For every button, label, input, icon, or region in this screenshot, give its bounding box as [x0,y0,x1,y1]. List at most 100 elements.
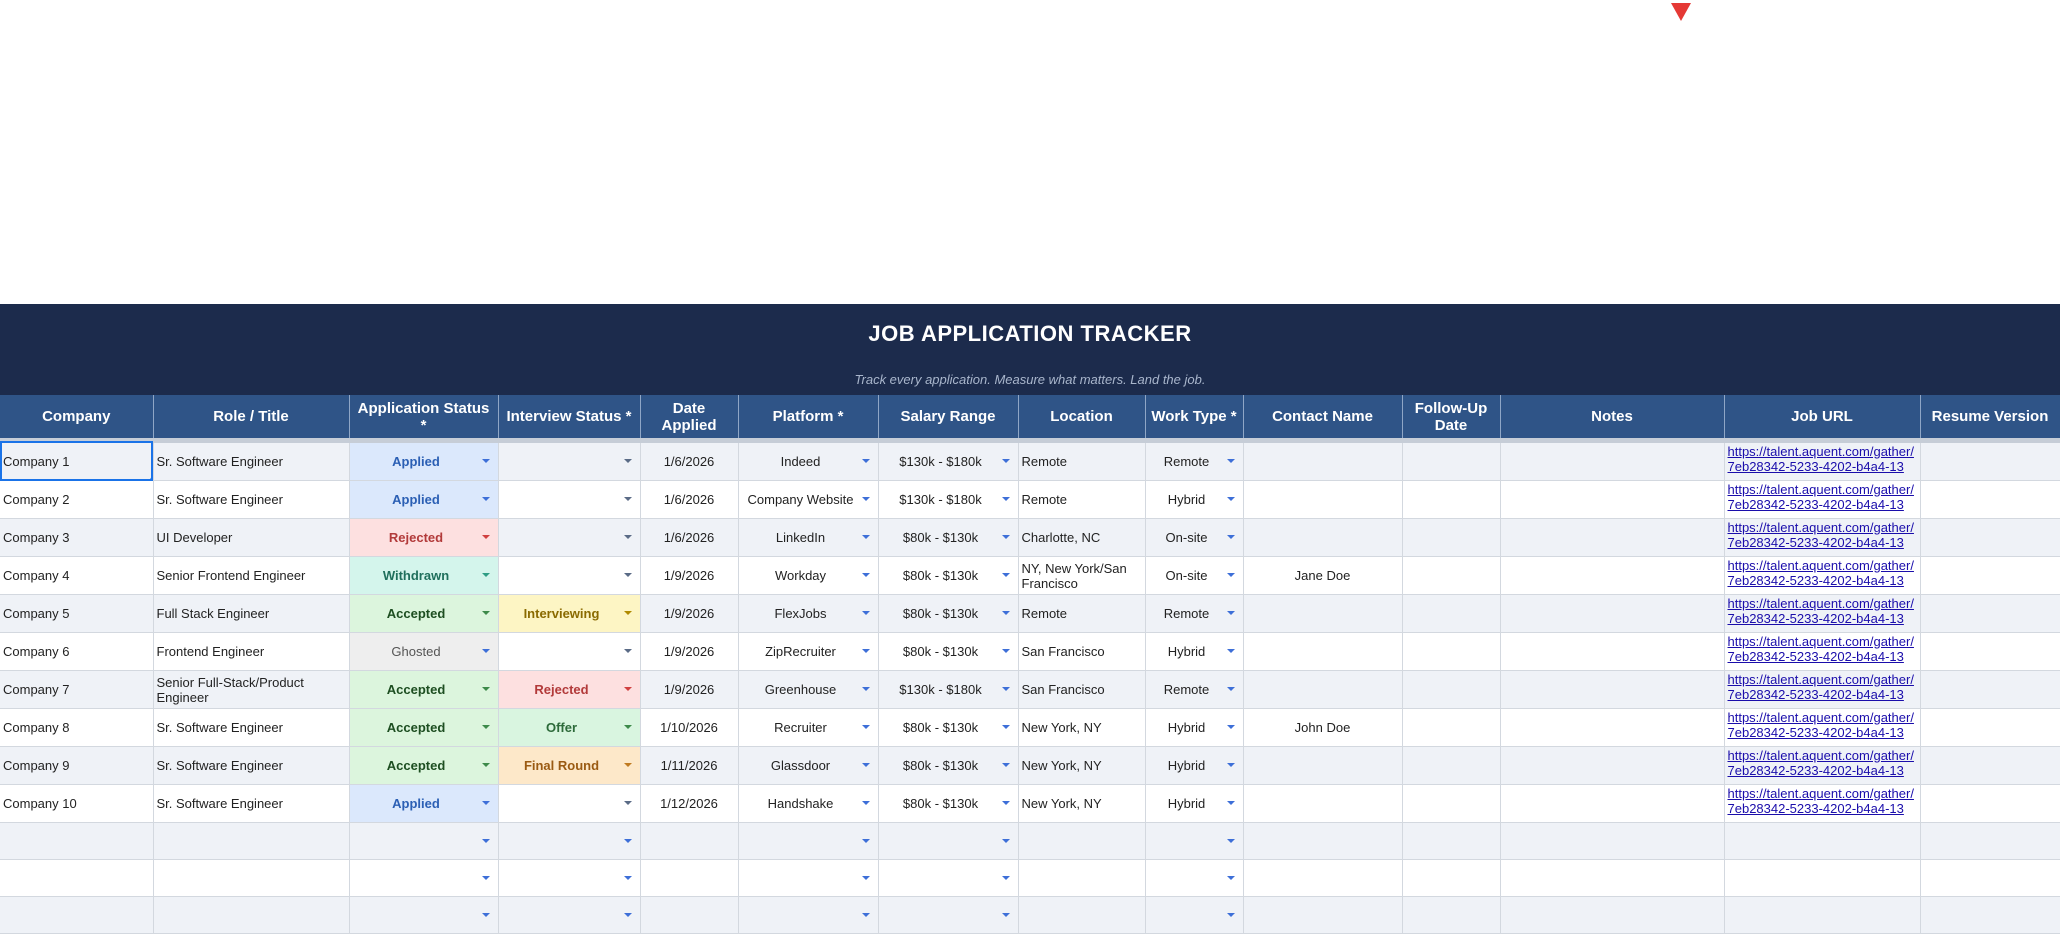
resume-version-cell[interactable] [1920,708,2060,747]
empty-company-cell[interactable] [0,822,154,860]
empty-contact-name-cell[interactable] [1243,822,1403,860]
work-type-select[interactable]: Hybrid [1145,746,1244,785]
company-cell[interactable]: Company 4 [0,556,154,595]
work-type-select[interactable]: Remote [1145,594,1244,633]
salary-range-select[interactable]: $130k - $180k [878,440,1019,481]
empty-location-cell[interactable] [1018,822,1146,860]
empty-job-url-link[interactable] [1724,859,1921,897]
contact-name-cell[interactable] [1243,440,1403,481]
role-cell[interactable]: Senior Full-Stack/Product Engineer [153,670,350,709]
job-url-link[interactable]: https://talent.aquent.com/gather/7eb2834… [1724,480,1921,519]
empty-interview-status-select[interactable] [498,822,641,860]
location-cell[interactable]: New York, NY [1018,784,1146,823]
empty-notes-cell[interactable] [1500,896,1725,934]
company-cell[interactable]: Company 10 [0,784,154,823]
role-cell[interactable]: Sr. Software Engineer [153,708,350,747]
work-type-select[interactable]: On-site [1145,556,1244,595]
job-url-link[interactable]: https://talent.aquent.com/gather/7eb2834… [1724,556,1921,595]
application-status-select[interactable]: Applied [349,440,499,481]
platform-select[interactable]: Glassdoor [738,746,879,785]
header-platform[interactable]: Platform * [738,395,879,443]
date-applied-cell[interactable]: 1/11/2026 [640,746,739,785]
role-cell[interactable]: Sr. Software Engineer [153,784,350,823]
salary-range-select[interactable]: $80k - $130k [878,784,1019,823]
header-application-status[interactable]: Application Status * [349,395,499,443]
platform-select[interactable]: Recruiter [738,708,879,747]
location-cell[interactable]: New York, NY [1018,708,1146,747]
empty-resume-version-cell[interactable] [1920,822,2060,860]
notes-cell[interactable] [1500,708,1725,747]
date-applied-cell[interactable]: 1/12/2026 [640,784,739,823]
job-url-link[interactable]: https://talent.aquent.com/gather/7eb2834… [1724,518,1921,557]
job-url-link[interactable]: https://talent.aquent.com/gather/7eb2834… [1724,632,1921,671]
platform-select[interactable]: Company Website [738,480,879,519]
work-type-select[interactable]: On-site [1145,518,1244,557]
follow-up-date-cell[interactable] [1402,670,1501,709]
follow-up-date-cell[interactable] [1402,784,1501,823]
header-interview-status[interactable]: Interview Status * [498,395,641,443]
follow-up-date-cell[interactable] [1402,518,1501,557]
empty-application-status-select[interactable] [349,896,499,934]
date-applied-cell[interactable]: 1/9/2026 [640,556,739,595]
role-cell[interactable]: Senior Frontend Engineer [153,556,350,595]
platform-select[interactable]: FlexJobs [738,594,879,633]
company-cell[interactable]: Company 5 [0,594,154,633]
salary-range-select[interactable]: $80k - $130k [878,556,1019,595]
date-applied-cell[interactable]: 1/9/2026 [640,594,739,633]
location-cell[interactable]: New York, NY [1018,746,1146,785]
date-applied-cell[interactable]: 1/10/2026 [640,708,739,747]
date-applied-cell[interactable]: 1/9/2026 [640,670,739,709]
notes-cell[interactable] [1500,670,1725,709]
date-applied-cell[interactable]: 1/9/2026 [640,632,739,671]
location-cell[interactable]: Remote [1018,594,1146,633]
job-url-link[interactable]: https://talent.aquent.com/gather/7eb2834… [1724,440,1921,481]
contact-name-cell[interactable] [1243,480,1403,519]
interview-status-select[interactable] [498,556,641,595]
empty-role-cell[interactable] [153,896,350,934]
company-cell[interactable]: Company 1 [0,440,154,481]
empty-role-cell[interactable] [153,822,350,860]
header-salary-range[interactable]: Salary Range [878,395,1019,443]
job-url-link[interactable]: https://talent.aquent.com/gather/7eb2834… [1724,670,1921,709]
resume-version-cell[interactable] [1920,556,2060,595]
empty-company-cell[interactable] [0,859,154,897]
empty-salary-range-select[interactable] [878,822,1019,860]
platform-select[interactable]: Handshake [738,784,879,823]
role-cell[interactable]: Sr. Software Engineer [153,480,350,519]
notes-cell[interactable] [1500,440,1725,481]
date-applied-cell[interactable]: 1/6/2026 [640,518,739,557]
interview-status-select[interactable]: Final Round [498,746,641,785]
empty-platform-select[interactable] [738,822,879,860]
platform-select[interactable]: Indeed [738,440,879,481]
header-date-applied[interactable]: Date Applied [640,395,739,443]
notes-cell[interactable] [1500,632,1725,671]
notes-cell[interactable] [1500,556,1725,595]
application-status-select[interactable]: Accepted [349,670,499,709]
contact-name-cell[interactable] [1243,518,1403,557]
platform-select[interactable]: ZipRecruiter [738,632,879,671]
resume-version-cell[interactable] [1920,632,2060,671]
header-follow-up-date[interactable]: Follow-Up Date [1402,395,1501,443]
role-cell[interactable]: Full Stack Engineer [153,594,350,633]
header-resume-version[interactable]: Resume Version [1920,395,2060,443]
interview-status-select[interactable] [498,440,641,481]
platform-select[interactable]: Workday [738,556,879,595]
application-status-select[interactable]: Accepted [349,594,499,633]
empty-notes-cell[interactable] [1500,822,1725,860]
notes-cell[interactable] [1500,480,1725,519]
salary-range-select[interactable]: $80k - $130k [878,594,1019,633]
work-type-select[interactable]: Hybrid [1145,480,1244,519]
role-cell[interactable]: Sr. Software Engineer [153,440,350,481]
header-location[interactable]: Location [1018,395,1146,443]
interview-status-select[interactable]: Offer [498,708,641,747]
header-company[interactable]: Company [0,395,154,443]
company-cell[interactable]: Company 3 [0,518,154,557]
resume-version-cell[interactable] [1920,440,2060,481]
empty-salary-range-select[interactable] [878,896,1019,934]
empty-follow-up-date-cell[interactable] [1402,859,1501,897]
empty-work-type-select[interactable] [1145,822,1244,860]
empty-resume-version-cell[interactable] [1920,896,2060,934]
empty-resume-version-cell[interactable] [1920,859,2060,897]
interview-status-select[interactable]: Rejected [498,670,641,709]
follow-up-date-cell[interactable] [1402,594,1501,633]
